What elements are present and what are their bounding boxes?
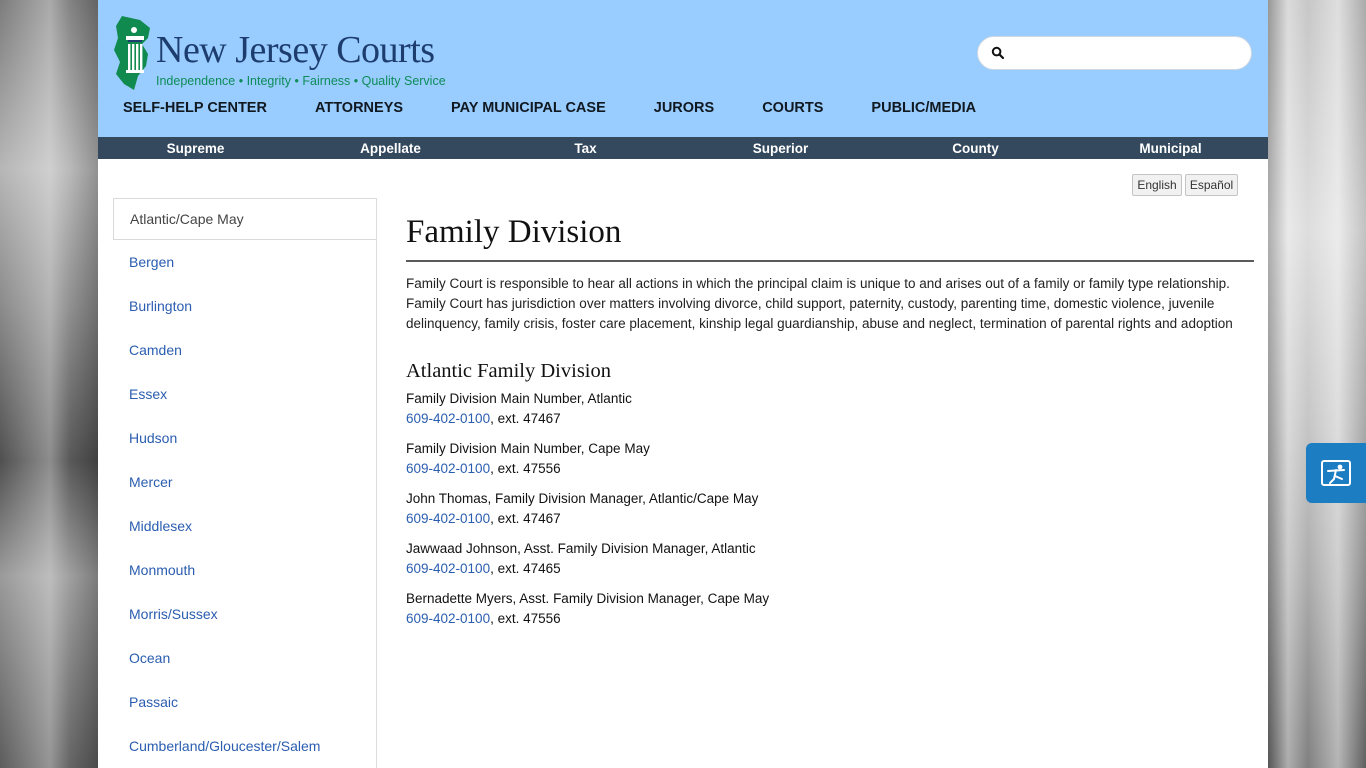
contact-name: John Thomas, Family Division Manager, At… [406, 491, 759, 506]
intro-paragraph: Family Court is responsible to hear all … [406, 276, 1233, 331]
nav-pay-municipal-case[interactable]: PAY MUNICIPAL CASE [451, 100, 606, 120]
court-nav-superior[interactable]: Superior [683, 137, 878, 159]
sidebar-item-atlantic-cape-may[interactable]: Atlantic/Cape May [113, 198, 376, 240]
contact-phone-link[interactable]: 609-402-0100 [406, 561, 490, 576]
sidebar-item-cumberland-gloucester-salem[interactable]: Cumberland/Gloucester/Salem [113, 724, 376, 768]
page-title: Family Division [406, 210, 1254, 262]
page-container: New Jersey Courts Independence • Integri… [98, 0, 1268, 768]
background-pillar-right [1268, 0, 1366, 768]
county-sidebar: Atlantic/Cape May Bergen Burlington Camd… [113, 198, 377, 768]
sidebar-item-bergen[interactable]: Bergen [113, 240, 376, 284]
sidebar-item-essex[interactable]: Essex [113, 372, 376, 416]
contact-entry: Family Division Main Number, Atlantic 60… [406, 389, 1254, 429]
contact-extension: , ext. 47467 [490, 411, 561, 426]
background-pillar-left [0, 0, 98, 768]
sidebar-item-hudson[interactable]: Hudson [113, 416, 376, 460]
search-icon[interactable] [991, 46, 1005, 60]
contact-entry: John Thomas, Family Division Manager, At… [406, 489, 1254, 529]
sidebar-item-morris-sussex[interactable]: Morris/Sussex [113, 592, 376, 636]
nav-courts[interactable]: COURTS [762, 100, 823, 120]
nav-public-media[interactable]: PUBLIC/MEDIA [871, 100, 976, 120]
sidebar-item-passaic[interactable]: Passaic [113, 680, 376, 724]
nj-courts-logo[interactable]: New Jersey Courts Independence • Integri… [112, 14, 446, 94]
section-title: Atlantic Family Division [406, 360, 611, 382]
sidebar-item-ocean[interactable]: Ocean [113, 636, 376, 680]
main-content: Family Division Family Court is responsi… [406, 210, 1254, 639]
accessibility-icon [1321, 460, 1351, 486]
contact-phone-link[interactable]: 609-402-0100 [406, 611, 490, 626]
contact-extension: , ext. 47556 [490, 461, 561, 476]
sidebar-item-mercer[interactable]: Mercer [113, 460, 376, 504]
court-nav-supreme[interactable]: Supreme [98, 137, 293, 159]
site-header: New Jersey Courts Independence • Integri… [98, 0, 1268, 137]
logo-tagline: Independence • Integrity • Fairness • Qu… [156, 74, 446, 88]
sidebar-item-burlington[interactable]: Burlington [113, 284, 376, 328]
contact-extension: , ext. 47465 [490, 561, 561, 576]
court-nav-appellate[interactable]: Appellate [293, 137, 488, 159]
language-english-button[interactable]: English [1132, 174, 1182, 196]
court-nav-tax[interactable]: Tax [488, 137, 683, 159]
contact-extension: , ext. 47467 [490, 511, 561, 526]
contact-name: Jawwaad Johnson, Asst. Family Division M… [406, 541, 756, 556]
nav-self-help-center[interactable]: SELF-HELP CENTER [123, 100, 267, 120]
sidebar-item-middlesex[interactable]: Middlesex [113, 504, 376, 548]
sidebar-item-camden[interactable]: Camden [113, 328, 376, 372]
court-level-navigation: Supreme Appellate Tax Superior County Mu… [98, 137, 1268, 159]
contact-phone-link[interactable]: 609-402-0100 [406, 461, 490, 476]
nj-state-courthouse-icon [114, 16, 150, 90]
contact-entry: Jawwaad Johnson, Asst. Family Division M… [406, 539, 1254, 579]
contact-name: Family Division Main Number, Atlantic [406, 391, 632, 406]
contact-entry: Family Division Main Number, Cape May 60… [406, 439, 1254, 479]
contact-phone-link[interactable]: 609-402-0100 [406, 411, 490, 426]
court-nav-municipal[interactable]: Municipal [1073, 137, 1268, 159]
nav-attorneys[interactable]: ATTORNEYS [315, 100, 403, 120]
nav-jurors[interactable]: JURORS [654, 100, 714, 120]
language-spanish-button[interactable]: Español [1185, 174, 1238, 196]
main-navigation: SELF-HELP CENTER ATTORNEYS PAY MUNICIPAL… [123, 100, 1024, 120]
contact-entry: Bernadette Myers, Asst. Family Division … [406, 589, 1254, 629]
contact-name: Bernadette Myers, Asst. Family Division … [406, 591, 770, 606]
contact-phone-link[interactable]: 609-402-0100 [406, 511, 490, 526]
sidebar-item-monmouth[interactable]: Monmouth [113, 548, 376, 592]
logo-title: New Jersey Courts [156, 29, 435, 71]
contact-extension: , ext. 47556 [490, 611, 561, 626]
search-box[interactable] [977, 36, 1252, 70]
contact-name: Family Division Main Number, Cape May [406, 441, 650, 456]
search-input[interactable] [1012, 41, 1241, 67]
court-nav-county[interactable]: County [878, 137, 1073, 159]
accessibility-widget-button[interactable] [1306, 443, 1366, 503]
